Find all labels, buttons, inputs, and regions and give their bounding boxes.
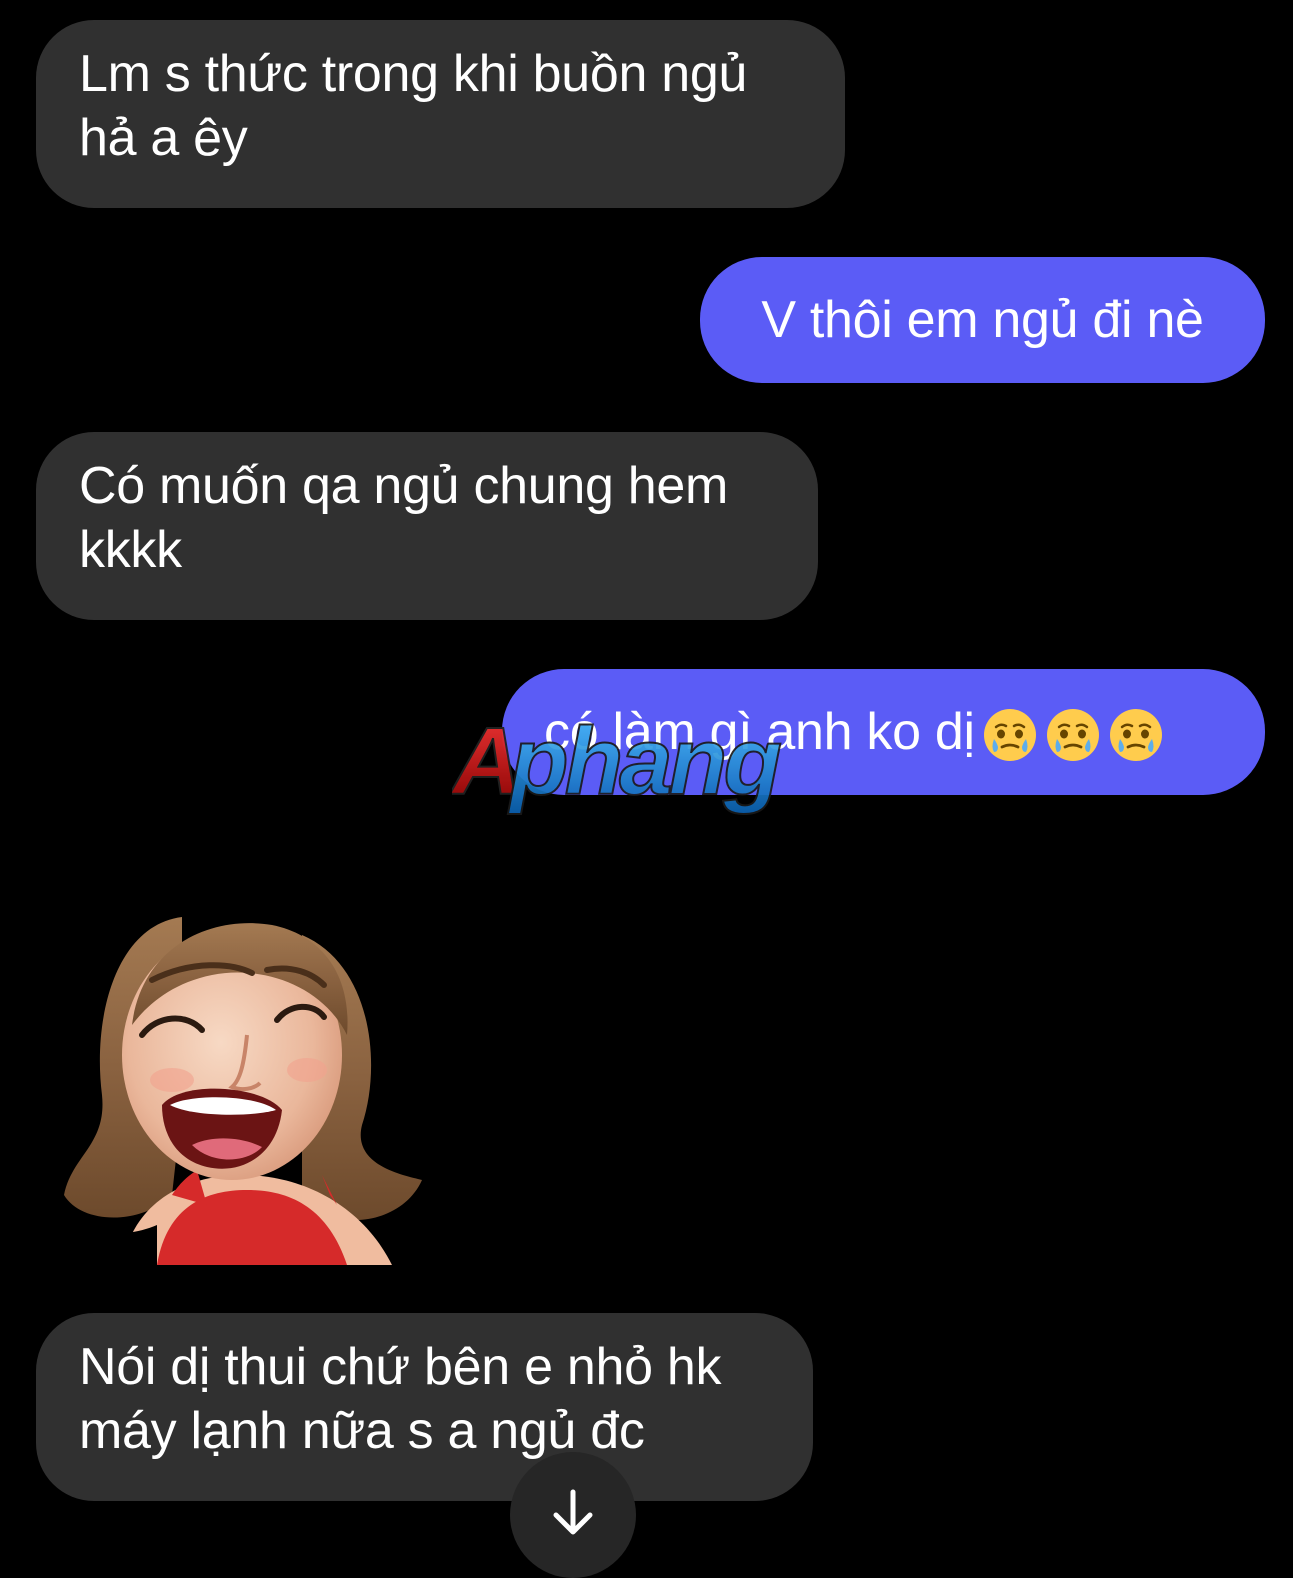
message-bubble-received[interactable]: Nói dị thui chứ bên e nhỏ hk máy lạnh nữ… [36, 1313, 813, 1501]
message-bubble-sent[interactable]: V thôi em ngủ đi nè [700, 257, 1265, 383]
face-holding-back-tears-icon [1109, 709, 1162, 762]
laughing-girl-avatar-sticker[interactable] [62, 905, 424, 1265]
scroll-to-bottom-button[interactable] [510, 1452, 636, 1578]
face-holding-back-tears-icon [1046, 709, 1099, 762]
arrow-down-icon [553, 1489, 593, 1535]
message-bubble-received[interactable]: Lm s thức trong khi buồn ngủ hả a êy [36, 20, 845, 208]
message-bubble-sent[interactable]: có làm gì anh ko dị [502, 669, 1265, 795]
message-text: có làm gì anh ko dị [544, 703, 975, 761]
face-holding-back-tears-icon [983, 709, 1036, 762]
message-bubble-received[interactable]: Có muốn qa ngủ chung hem kkkk [36, 432, 818, 620]
emoji-row [975, 700, 1164, 764]
